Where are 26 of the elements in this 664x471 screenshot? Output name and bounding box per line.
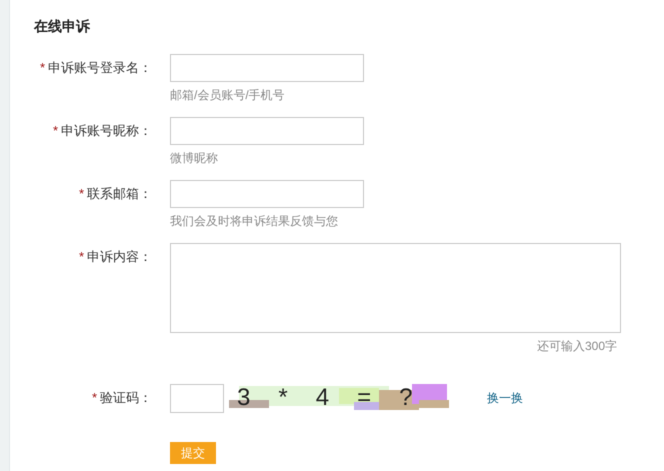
field-label: 联系邮箱： bbox=[87, 185, 152, 204]
field-label: 申诉内容： bbox=[87, 248, 152, 266]
hint-text: 我们会及时将申诉结果反馈与您 bbox=[170, 213, 339, 230]
text-field[interactable] bbox=[170, 180, 364, 208]
captcha-character: 3 bbox=[237, 383, 250, 413]
field-label: 申诉账号昵称： bbox=[61, 122, 152, 140]
required-mark: * bbox=[78, 185, 84, 204]
captcha-character: * bbox=[278, 383, 288, 413]
refresh-link[interactable]: 换一换 bbox=[487, 389, 523, 407]
required-mark: * bbox=[78, 248, 84, 266]
text-field[interactable] bbox=[170, 54, 364, 82]
hint-text: 微博昵称 bbox=[170, 150, 219, 167]
captcha-character: 4 bbox=[316, 383, 330, 413]
required-mark: * bbox=[40, 59, 45, 78]
captcha-character: = bbox=[357, 383, 372, 413]
page-title: 在线申诉 bbox=[34, 17, 91, 36]
text-field[interactable] bbox=[170, 117, 364, 145]
character-count: 还可输入300字 bbox=[536, 338, 617, 355]
text-area[interactable] bbox=[170, 243, 621, 333]
required-mark: * bbox=[92, 389, 97, 408]
field-label: 验证码： bbox=[100, 389, 152, 408]
hint-text: 邮箱/会员账号/手机号 bbox=[170, 87, 286, 104]
captcha-field[interactable] bbox=[170, 384, 224, 412]
required-mark: * bbox=[52, 122, 58, 140]
field-label: 申诉账号登录名： bbox=[48, 59, 152, 78]
captcha-character: ? bbox=[399, 383, 412, 413]
